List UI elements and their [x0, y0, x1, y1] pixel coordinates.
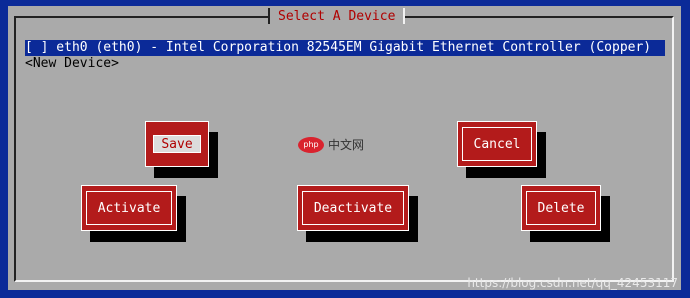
cancel-button[interactable]: Cancel [457, 121, 537, 167]
watermark: php 中文网 [298, 136, 364, 153]
watermark-text: 中文网 [328, 138, 365, 152]
deactivate-button-label: Deactivate [302, 191, 404, 225]
save-button-label: Save [153, 135, 201, 153]
cancel-button-label: Cancel [462, 127, 532, 161]
php-logo: php [298, 136, 324, 153]
deactivate-button[interactable]: Deactivate [297, 185, 409, 231]
device-list[interactable]: [ ] eth0 (eth0) - Intel Corporation 8254… [25, 40, 665, 72]
device-item-new[interactable]: <New Device> [25, 56, 665, 72]
activate-button[interactable]: Activate [81, 185, 177, 231]
activate-button-label: Activate [86, 191, 172, 225]
url-watermark: https://blog.csdn.net/qq_42453117 [467, 276, 678, 290]
device-item-eth0[interactable]: [ ] eth0 (eth0) - Intel Corporation 8254… [25, 40, 665, 56]
save-button[interactable]: Save [145, 121, 209, 167]
delete-button-label: Delete [526, 191, 596, 225]
delete-button[interactable]: Delete [521, 185, 601, 231]
dialog-title: Select A Device [267, 8, 406, 26]
